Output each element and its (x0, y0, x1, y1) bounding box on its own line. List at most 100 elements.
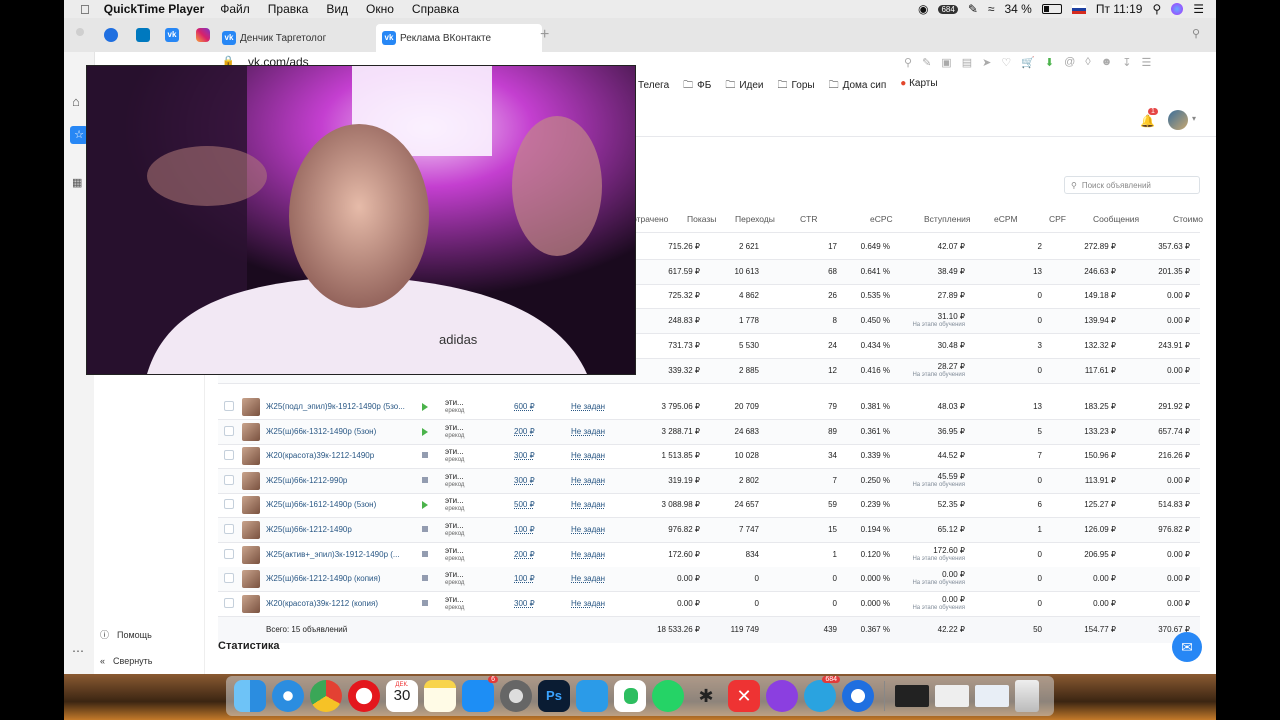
at-icon[interactable]: @ (1064, 56, 1075, 69)
limit-link[interactable]: Не задан (571, 592, 605, 616)
bid-link[interactable]: 200 ₽ (514, 543, 535, 567)
heart-icon[interactable]: ♡ (1001, 56, 1011, 69)
bid-link[interactable]: 300 ₽ (514, 469, 535, 493)
app-store-icon[interactable]: 6 (462, 676, 498, 712)
ad-name[interactable]: Ж25(подл_эпил)9к-1912-1490р (5зо... (266, 395, 406, 419)
chrome-icon[interactable] (310, 680, 342, 712)
table-row[interactable]: Ж25(ш)66к-1212-1490р эти... ерекод 100 ₽ Не … (218, 518, 1200, 543)
stop-status-icon[interactable] (422, 599, 428, 606)
trello-icon[interactable] (136, 28, 150, 42)
battery-icon[interactable] (1041, 4, 1062, 14)
browser-logo-icon[interactable] (104, 28, 118, 42)
more-icon[interactable]: ⋯ (72, 644, 84, 658)
notification-center-icon[interactable]: ☰ (1193, 2, 1204, 16)
siri-icon[interactable] (1171, 3, 1184, 15)
menu-help[interactable]: Справка (412, 2, 459, 16)
russian-flag-icon[interactable] (1071, 4, 1086, 14)
minimized-window-2[interactable] (935, 685, 969, 707)
edit-page-icon[interactable]: ✎ (922, 56, 931, 69)
calendar-icon[interactable]: ДЕК. 30 (386, 680, 418, 712)
search-page-icon[interactable]: ⚲ (904, 56, 912, 69)
finder-icon[interactable] (234, 680, 266, 712)
battery-percent[interactable]: 34 % (1004, 2, 1031, 16)
row-checkbox[interactable] (224, 450, 234, 461)
edit-icon[interactable]: ✎ (968, 2, 978, 16)
column-header[interactable]: CTR (800, 206, 817, 232)
apple-icon[interactable]:  (80, 2, 90, 17)
menu-view[interactable]: Вид (326, 2, 348, 16)
ad-name[interactable]: Ж20(красота)39к-1212 (копия) (266, 592, 406, 616)
notes-icon[interactable] (424, 680, 456, 712)
profile-icon[interactable]: ☻ (1101, 56, 1113, 69)
row-checkbox[interactable] (224, 499, 234, 510)
ant-app-icon[interactable]: ✱ (690, 680, 722, 712)
row-checkbox[interactable] (224, 573, 234, 584)
limit-link[interactable]: Не задан (571, 395, 605, 419)
ad-name[interactable]: Ж25(ш)66к-1212-990р (266, 469, 406, 493)
avatar[interactable] (1168, 110, 1188, 130)
bookmark-maps[interactable]: ● Карты (900, 78, 937, 95)
purple-app-icon[interactable] (766, 680, 798, 712)
limit-link[interactable]: Не задан (571, 518, 605, 542)
minimized-window-1[interactable] (895, 685, 929, 707)
app-name[interactable]: QuickTime Player (104, 2, 205, 16)
ad-name[interactable]: Ж25(ш)66к-1612-1490р (5зон) (266, 493, 406, 517)
table-row[interactable]: Ж25(ш)66к-1212-990р эти... ерекод 300 ₽ Не з… (218, 468, 1200, 494)
trash-icon[interactable] (1015, 680, 1039, 712)
collapse-link[interactable]: « Свернуть (100, 656, 153, 666)
stop-status-icon[interactable] (422, 476, 428, 483)
limit-link[interactable]: Не задан (571, 567, 605, 591)
bookmark-ideas[interactable]: Идеи (725, 78, 763, 95)
table-row[interactable]: Ж25(ш)66к-1212-1490р (копия) эти... ерекод… (218, 567, 1200, 593)
screenshot-icon[interactable]: ▤ (962, 56, 972, 69)
apps-grid-icon[interactable]: ▦ (72, 176, 82, 189)
minimized-window-3[interactable] (975, 685, 1009, 707)
close-x-app-icon[interactable]: ✕ (728, 680, 760, 712)
column-header[interactable]: eCPC (870, 206, 893, 232)
limit-link[interactable]: Не задан (571, 493, 605, 517)
bid-link[interactable]: 600 ₽ (514, 395, 535, 419)
ad-name[interactable]: Ж20(красота)39к-1212-1490р (266, 444, 406, 468)
extension-icon[interactable]: ◊ (1085, 56, 1090, 69)
column-header[interactable]: Показы (687, 206, 716, 232)
bid-link[interactable]: 200 ₽ (514, 420, 535, 444)
window-close-dot[interactable] (76, 28, 84, 36)
menu-window[interactable]: Окно (366, 2, 394, 16)
bid-link[interactable]: 100 ₽ (514, 518, 535, 542)
limit-link[interactable]: Не задан (571, 469, 605, 493)
camera-icon[interactable]: ▣ (941, 56, 951, 69)
system-preferences-icon[interactable] (500, 680, 532, 712)
telegram-icon[interactable]: 684 (804, 676, 840, 712)
ad-name[interactable]: Ж25(ш)66к-1312-1490р (5зон) (266, 420, 406, 444)
row-checkbox[interactable] (224, 401, 234, 411)
ad-name[interactable]: Ж25(ш)66к-1212-1490р (266, 518, 406, 542)
play-status-icon[interactable] (422, 403, 428, 411)
wifi-icon[interactable]: ≈ (988, 2, 995, 16)
stop-recording-icon[interactable]: ◉ (918, 2, 928, 16)
chat-button[interactable]: ✉ (1172, 632, 1202, 662)
stop-status-icon[interactable] (422, 526, 428, 532)
column-header[interactable]: Стоимо (1173, 206, 1203, 232)
quicktime-icon[interactable] (842, 680, 874, 712)
menu-file[interactable]: Файл (220, 2, 250, 16)
webcam-video[interactable]: adidas (86, 65, 636, 375)
evernote-icon[interactable] (614, 680, 646, 712)
bell-icon[interactable]: 🔔 (1140, 114, 1155, 128)
home-icon[interactable]: ⌂ (72, 94, 80, 109)
table-row[interactable]: Ж25(ш)66к-1312-1490р (5зон) эти... ерекод 2… (218, 419, 1200, 445)
column-header[interactable]: Сообщения (1093, 206, 1139, 232)
whatsapp-icon[interactable] (652, 680, 684, 712)
tab-denchik[interactable]: vk Денчик Таргетолог (222, 24, 326, 52)
stop-status-icon[interactable] (422, 575, 428, 582)
row-checkbox[interactable] (224, 597, 234, 608)
table-row[interactable]: Ж25(подл_эпил)9к-1912-1490р (5зо... эти..… (218, 395, 1200, 420)
menu-icon[interactable]: ☰ (1142, 56, 1152, 69)
table-row[interactable]: Ж25(актив+_эпил)3к-1912-1490р (... эти...… (218, 543, 1200, 568)
bid-link[interactable]: 100 ₽ (514, 567, 535, 591)
cart-icon[interactable]: 🛒 (1021, 56, 1035, 69)
photoshop-icon[interactable]: Ps (538, 680, 570, 712)
download-icon[interactable]: ⬇ (1045, 56, 1054, 69)
limit-link[interactable]: Не задан (571, 444, 605, 468)
ads-search-input[interactable]: ⚲ Поиск объявлений (1064, 176, 1200, 194)
row-checkbox[interactable] (224, 474, 234, 485)
